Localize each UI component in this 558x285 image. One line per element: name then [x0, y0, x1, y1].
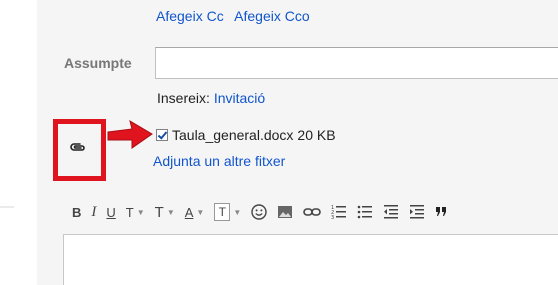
background-color-icon: T — [214, 203, 231, 221]
attachment-size: 20 KB — [297, 127, 336, 143]
subject-input[interactable] — [155, 47, 558, 79]
increase-indent-button[interactable] — [409, 201, 425, 223]
chevron-down-icon: ▼ — [166, 207, 175, 217]
numbered-list-icon: 1 2 3 — [331, 205, 347, 220]
add-cc-link[interactable]: Afegeix Cc — [156, 8, 224, 24]
chevron-down-icon: ▼ — [196, 207, 205, 217]
divider — [0, 206, 14, 208]
insert-row: Insereix: Invitació — [157, 90, 265, 106]
attachment-row: Taula_general.docx 20 KB — [156, 127, 336, 143]
numbered-list-button[interactable]: 1 2 3 — [331, 201, 347, 223]
italic-button[interactable]: I — [91, 201, 96, 223]
paperclip-icon[interactable] — [69, 141, 87, 153]
font-icon: T — [125, 204, 134, 220]
outdent-icon — [384, 205, 399, 219]
link-icon — [303, 208, 322, 216]
text-color-button[interactable]: A ▼ — [185, 201, 205, 223]
quote-button[interactable] — [435, 201, 447, 223]
indent-icon — [410, 205, 425, 219]
insert-label: Insereix: — [157, 90, 210, 106]
attachment-highlight-box — [53, 119, 106, 181]
text-color-icon: A — [184, 204, 194, 220]
add-bcc-link[interactable]: Afegeix Cco — [234, 8, 309, 24]
attachment-checkbox[interactable] — [156, 129, 168, 141]
font-size-icon: T — [154, 203, 164, 221]
link-button[interactable] — [303, 201, 322, 223]
bold-button[interactable]: B — [72, 201, 81, 223]
red-arrow-icon — [107, 119, 153, 149]
quote-icon — [436, 207, 447, 216]
font-button[interactable]: T ▼ — [126, 201, 145, 223]
bulleted-list-button[interactable] — [357, 201, 373, 223]
decrease-indent-button[interactable] — [383, 201, 399, 223]
chevron-down-icon: ▼ — [136, 207, 145, 217]
format-toolbar: B I U T ▼ T ▼ A ▼ T ▼ 1 2 3 — [72, 200, 457, 224]
subject-label: Assumpte — [64, 55, 132, 71]
font-size-button[interactable]: T ▼ — [155, 201, 175, 223]
emoji-button[interactable] — [251, 201, 267, 223]
svg-text:3: 3 — [331, 215, 334, 220]
invitation-link[interactable]: Invitació — [214, 90, 265, 106]
underline-button[interactable]: U — [106, 201, 115, 223]
recipient-links: Afegeix Cc Afegeix Cco — [156, 8, 310, 26]
insert-image-button[interactable] — [277, 201, 293, 223]
chevron-down-icon: ▼ — [233, 207, 242, 217]
add-another-file-link[interactable]: Adjunta un altre fitxer — [153, 153, 285, 169]
bulleted-list-icon — [357, 205, 373, 219]
smiley-icon — [251, 204, 267, 220]
attachment-filename: Taula_general.docx — [172, 127, 294, 143]
image-icon — [278, 206, 293, 218]
message-body[interactable] — [63, 234, 558, 285]
background-color-button[interactable]: T ▼ — [214, 201, 241, 223]
